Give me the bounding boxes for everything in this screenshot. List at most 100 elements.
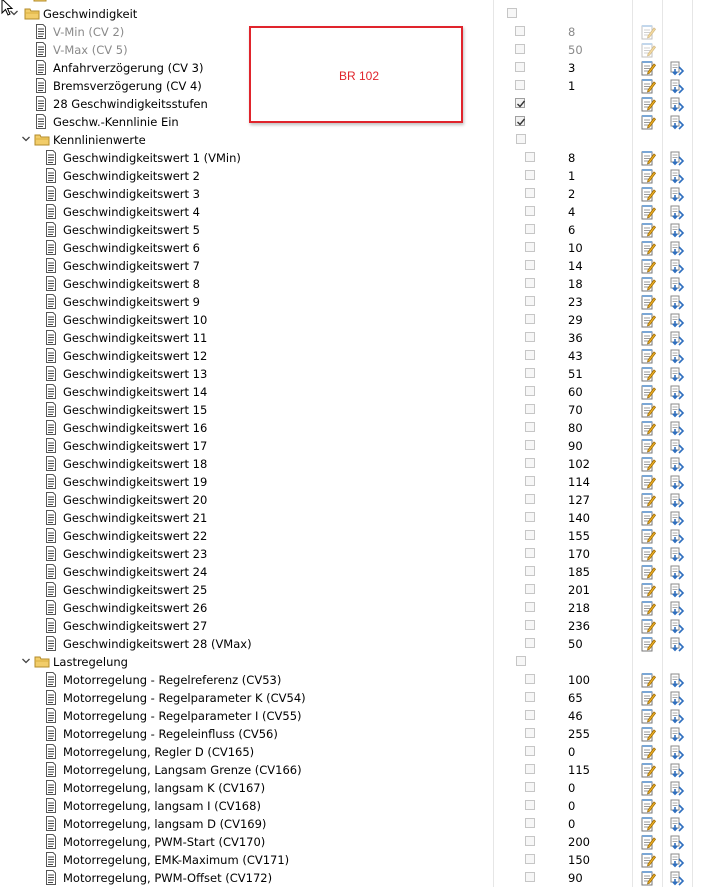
tree-row[interactable]: Geschwindigkeitswert 15 70 <box>0 401 721 419</box>
cv-value[interactable]: 114 <box>568 474 590 490</box>
write-cv-icon[interactable] <box>669 690 685 706</box>
cv-checkbox[interactable] <box>525 584 535 594</box>
edit-notepad-icon[interactable] <box>640 240 657 256</box>
cv-value[interactable]: 201 <box>568 582 590 598</box>
write-cv-icon[interactable] <box>669 204 685 220</box>
cv-checkbox[interactable] <box>525 728 535 738</box>
edit-notepad-icon[interactable] <box>640 204 657 220</box>
cv-value[interactable]: 70 <box>568 402 583 418</box>
write-cv-icon[interactable] <box>669 186 685 202</box>
tree-row[interactable]: Geschwindigkeitswert 7 14 <box>0 257 721 275</box>
cv-checkbox[interactable] <box>525 170 535 180</box>
edit-notepad-icon[interactable] <box>640 258 657 274</box>
cv-checkbox[interactable] <box>525 710 535 720</box>
cv-checkbox[interactable] <box>525 566 535 576</box>
write-cv-icon[interactable] <box>669 870 685 886</box>
cv-checkbox[interactable] <box>525 422 535 432</box>
edit-notepad-icon[interactable] <box>640 114 657 130</box>
edit-notepad-icon[interactable] <box>640 618 657 634</box>
cv-checkbox[interactable] <box>525 260 535 270</box>
tree-row[interactable]: Motorregelung - Regeleinfluss (CV56) 255 <box>0 725 721 743</box>
write-cv-icon[interactable] <box>669 240 685 256</box>
edit-notepad-icon[interactable] <box>640 42 657 58</box>
cv-value[interactable]: 51 <box>568 366 583 382</box>
cv-value[interactable]: 90 <box>568 870 583 886</box>
edit-notepad-icon[interactable] <box>640 366 657 382</box>
edit-notepad-icon[interactable] <box>640 798 657 814</box>
cv-value[interactable]: 0 <box>568 816 575 832</box>
folder-checkbox[interactable] <box>516 134 526 144</box>
cv-checkbox[interactable] <box>515 80 525 90</box>
cv-checkbox[interactable] <box>525 224 535 234</box>
tree-row[interactable]: Geschwindigkeitswert 22 155 <box>0 527 721 545</box>
edit-notepad-icon[interactable] <box>640 456 657 472</box>
tree-row[interactable]: Motorregelung - Regelparameter I (CV55) 4… <box>0 707 721 725</box>
cv-value[interactable]: 255 <box>568 726 590 742</box>
cv-checkbox[interactable] <box>515 116 526 126</box>
cv-value[interactable]: 218 <box>568 600 590 616</box>
cv-checkbox[interactable] <box>515 44 525 54</box>
write-cv-icon[interactable] <box>669 222 685 238</box>
cv-value[interactable]: 150 <box>568 852 590 868</box>
cv-checkbox[interactable] <box>525 674 535 684</box>
tree-folder-row[interactable]: Lastregelung <box>0 653 721 671</box>
cv-checkbox[interactable] <box>515 26 525 36</box>
edit-notepad-icon[interactable] <box>640 852 657 868</box>
cv-value[interactable]: 155 <box>568 528 590 544</box>
tree-row[interactable]: Geschwindigkeitswert 4 4 <box>0 203 721 221</box>
cv-value[interactable]: 8 <box>568 150 575 166</box>
tree-row[interactable]: Geschwindigkeitswert 10 29 <box>0 311 721 329</box>
edit-notepad-icon[interactable] <box>640 690 657 706</box>
cv-checkbox[interactable] <box>525 530 535 540</box>
edit-notepad-icon[interactable] <box>640 222 657 238</box>
write-cv-icon[interactable] <box>669 420 685 436</box>
tree-row[interactable]: Motorregelung, langsam D (CV169) 0 <box>0 815 721 833</box>
edit-notepad-icon[interactable] <box>640 276 657 292</box>
write-cv-icon[interactable] <box>669 492 685 508</box>
cv-checkbox[interactable] <box>525 152 535 162</box>
tree-row[interactable]: Geschwindigkeitswert 16 80 <box>0 419 721 437</box>
cv-value[interactable]: 1 <box>568 168 575 184</box>
write-cv-icon[interactable] <box>669 726 685 742</box>
cv-checkbox[interactable] <box>525 602 535 612</box>
cv-checkbox[interactable] <box>525 836 535 846</box>
write-cv-icon[interactable] <box>669 276 685 292</box>
cv-checkbox[interactable] <box>525 368 535 378</box>
cv-value[interactable]: 90 <box>568 438 583 454</box>
cv-value[interactable]: 0 <box>568 798 575 814</box>
edit-notepad-icon[interactable] <box>640 492 657 508</box>
cv-checkbox[interactable] <box>525 314 535 324</box>
edit-notepad-icon[interactable] <box>640 708 657 724</box>
cv-checkbox[interactable] <box>525 278 535 288</box>
tree-row[interactable]: Geschwindigkeitswert 18 102 <box>0 455 721 473</box>
cv-checkbox[interactable] <box>525 188 535 198</box>
cv-checkbox[interactable] <box>525 782 535 792</box>
cv-checkbox[interactable] <box>525 620 535 630</box>
cv-checkbox[interactable] <box>515 62 525 72</box>
cv-checkbox[interactable] <box>525 692 535 702</box>
tree-row[interactable]: Motorregelung, Regler D (CV165) 0 <box>0 743 721 761</box>
cv-value[interactable]: 65 <box>568 690 583 706</box>
cv-value[interactable]: 46 <box>568 708 583 724</box>
cv-value[interactable]: 50 <box>568 42 583 58</box>
cv-checkbox[interactable] <box>525 440 535 450</box>
tree-row[interactable]: Geschwindigkeitswert 2 1 <box>0 167 721 185</box>
cv-checkbox[interactable] <box>525 386 535 396</box>
edit-notepad-icon[interactable] <box>640 726 657 742</box>
edit-notepad-icon[interactable] <box>640 672 657 688</box>
edit-notepad-icon[interactable] <box>640 564 657 580</box>
cv-value[interactable]: 0 <box>568 744 575 760</box>
tree-row[interactable]: Geschwindigkeitswert 6 10 <box>0 239 721 257</box>
cv-checkbox[interactable] <box>525 818 535 828</box>
write-cv-icon[interactable] <box>669 636 685 652</box>
edit-notepad-icon[interactable] <box>640 150 657 166</box>
tree-row[interactable]: Motorregelung - Regelreferenz (CV53) 100 <box>0 671 721 689</box>
edit-notepad-icon[interactable] <box>640 816 657 832</box>
cv-checkbox[interactable] <box>525 350 535 360</box>
write-cv-icon[interactable] <box>669 474 685 490</box>
write-cv-icon[interactable] <box>669 168 685 184</box>
cv-value[interactable]: 170 <box>568 546 590 562</box>
cv-value[interactable]: 127 <box>568 492 590 508</box>
cv-value[interactable]: 10 <box>568 240 583 256</box>
tree-row[interactable]: Geschwindigkeitswert 21 140 <box>0 509 721 527</box>
